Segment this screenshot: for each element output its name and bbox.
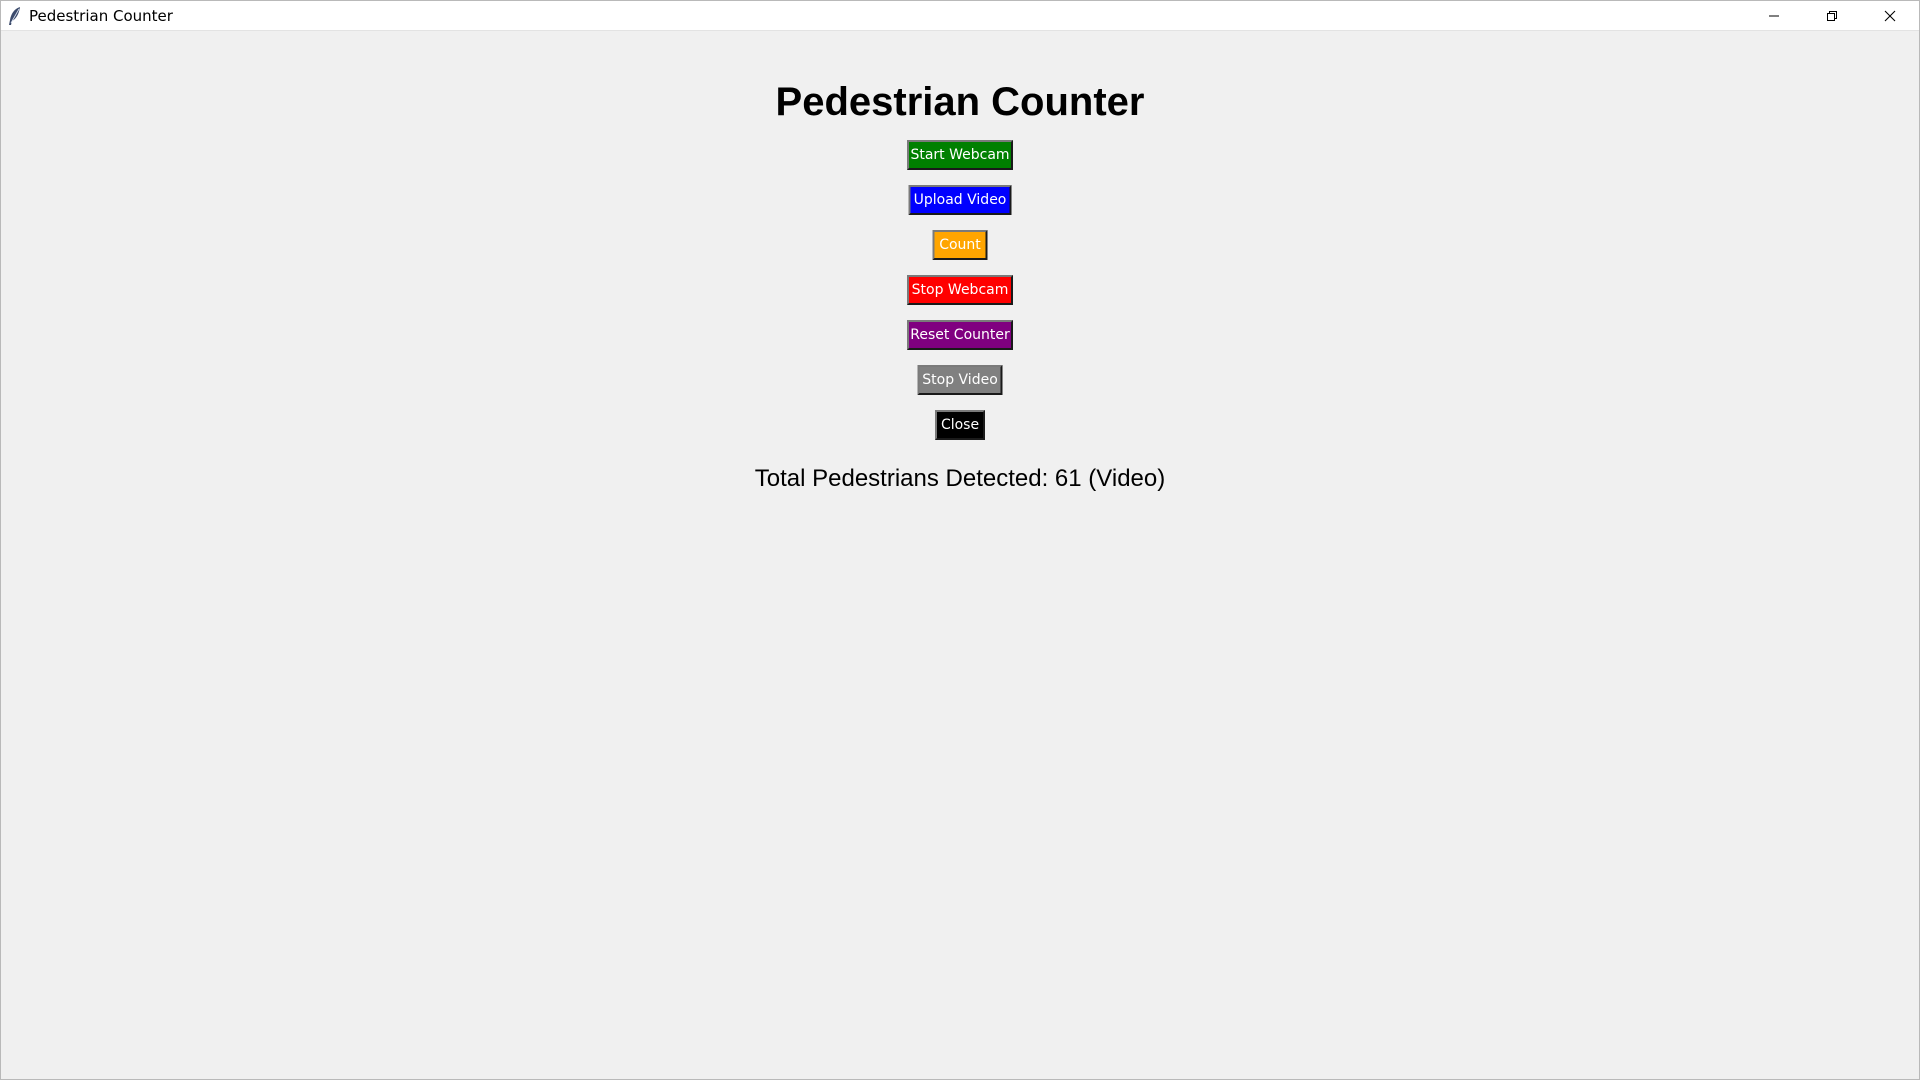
window-title: Pedestrian Counter xyxy=(29,6,173,25)
restore-button[interactable] xyxy=(1803,1,1861,30)
minimize-button[interactable] xyxy=(1745,1,1803,30)
close-window-button[interactable] xyxy=(1861,1,1919,30)
upload-video-button[interactable]: Upload Video xyxy=(908,185,1012,215)
feather-icon xyxy=(7,6,23,26)
minimize-icon xyxy=(1768,10,1780,22)
title-bar[interactable]: Pedestrian Counter xyxy=(1,1,1919,31)
main-content: Pedestrian Counter Start Webcam Upload V… xyxy=(1,31,1919,1080)
close-icon xyxy=(1884,10,1896,22)
restore-icon xyxy=(1826,10,1838,22)
pedestrian-count-label: Total Pedestrians Detected: 61 (Video) xyxy=(754,465,1166,492)
reset-counter-button[interactable]: Reset Counter xyxy=(907,320,1013,350)
start-webcam-button[interactable]: Start Webcam xyxy=(907,140,1013,170)
app-window: Pedestrian Counter Pedestrian Counter St… xyxy=(0,0,1920,1080)
close-button[interactable]: Close xyxy=(935,410,985,440)
window-controls xyxy=(1745,1,1919,30)
stop-video-button[interactable]: Stop Video xyxy=(917,365,1003,395)
stop-webcam-button[interactable]: Stop Webcam xyxy=(907,275,1013,305)
count-button[interactable]: Count xyxy=(932,230,988,260)
page-title: Pedestrian Counter xyxy=(775,80,1145,124)
